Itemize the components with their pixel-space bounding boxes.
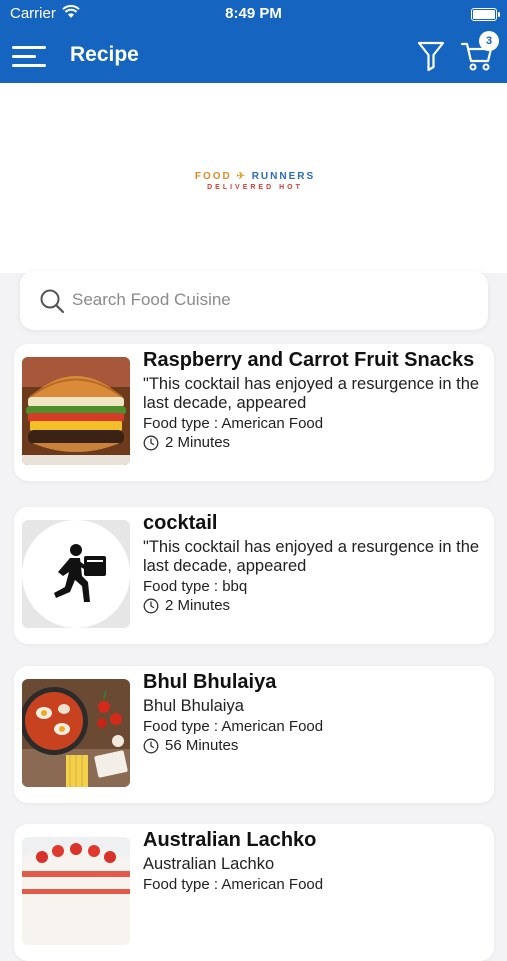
- recipe-duration: 2 Minutes: [165, 597, 231, 614]
- recipe-image-burger: [22, 357, 130, 465]
- page-title: Recipe: [70, 43, 139, 66]
- status-bar: Carrier 8:49 PM: [0, 0, 507, 30]
- brand-banner: FOOD ✈ RUNNERS DELIVERED HOT: [0, 83, 507, 273]
- recipe-description: "This cocktail has enjoyed a resurgence …: [143, 538, 480, 575]
- battery-icon: [471, 8, 500, 21]
- hamburger-menu-icon[interactable]: [12, 43, 48, 71]
- recipe-card[interactable]: Bhul Bhulaiya Bhul Bhulaiya Food type : …: [14, 666, 494, 803]
- cart-count-badge: 3: [479, 31, 499, 51]
- clock-icon: [143, 738, 159, 753]
- recipe-image-delivery: [22, 520, 130, 628]
- recipe-food-type: Food type : American Food: [143, 876, 324, 893]
- clock-icon: [143, 435, 159, 450]
- app-bar: Recipe 3: [0, 30, 507, 83]
- filter-icon[interactable]: [416, 40, 446, 72]
- recipe-image-shakshuka: [22, 679, 130, 787]
- recipe-duration-row: 56 Minutes: [143, 736, 483, 755]
- recipe-duration: 56 Minutes: [165, 737, 239, 754]
- recipe-title: Raspberry and Carrot Fruit Snacks: [143, 349, 475, 371]
- recipe-description: Australian Lachko: [143, 855, 275, 873]
- recipe-duration-row: 2 Minutes: [143, 596, 483, 615]
- recipe-description: Bhul Bhulaiya: [143, 697, 244, 715]
- recipe-title: Bhul Bhulaiya: [143, 671, 277, 693]
- recipe-duration-row: 2 Minutes: [143, 433, 483, 452]
- recipe-description: "This cocktail has enjoyed a resurgence …: [143, 375, 480, 412]
- recipe-food-type: Food type : American Food: [143, 415, 324, 432]
- clock-icon: [143, 598, 159, 613]
- recipe-card[interactable]: cocktail "This cocktail has enjoyed a re…: [14, 507, 494, 644]
- recipe-title: cocktail: [143, 512, 218, 534]
- brand-logo: FOOD ✈ RUNNERS DELIVERED HOT: [170, 171, 340, 191]
- recipe-food-type: Food type : bbq: [143, 578, 248, 595]
- recipe-food-type: Food type : American Food: [143, 718, 324, 735]
- search-input[interactable]: [72, 280, 472, 320]
- recipe-card[interactable]: Australian Lachko Australian Lachko Food…: [14, 824, 494, 961]
- logo-word-runners: RUNNERS: [251, 171, 316, 182]
- recipe-title: Australian Lachko: [143, 829, 317, 851]
- recipe-image-cake: [22, 837, 130, 945]
- search-icon: [40, 289, 65, 314]
- search-bar[interactable]: [20, 271, 488, 330]
- recipe-card[interactable]: Raspberry and Carrot Fruit Snacks "This …: [14, 344, 494, 481]
- logo-word-food: FOOD: [194, 171, 232, 182]
- logo-tagline: DELIVERED HOT: [207, 184, 303, 191]
- recipe-duration: 2 Minutes: [165, 434, 231, 451]
- clock-time: 8:49 PM: [225, 5, 282, 22]
